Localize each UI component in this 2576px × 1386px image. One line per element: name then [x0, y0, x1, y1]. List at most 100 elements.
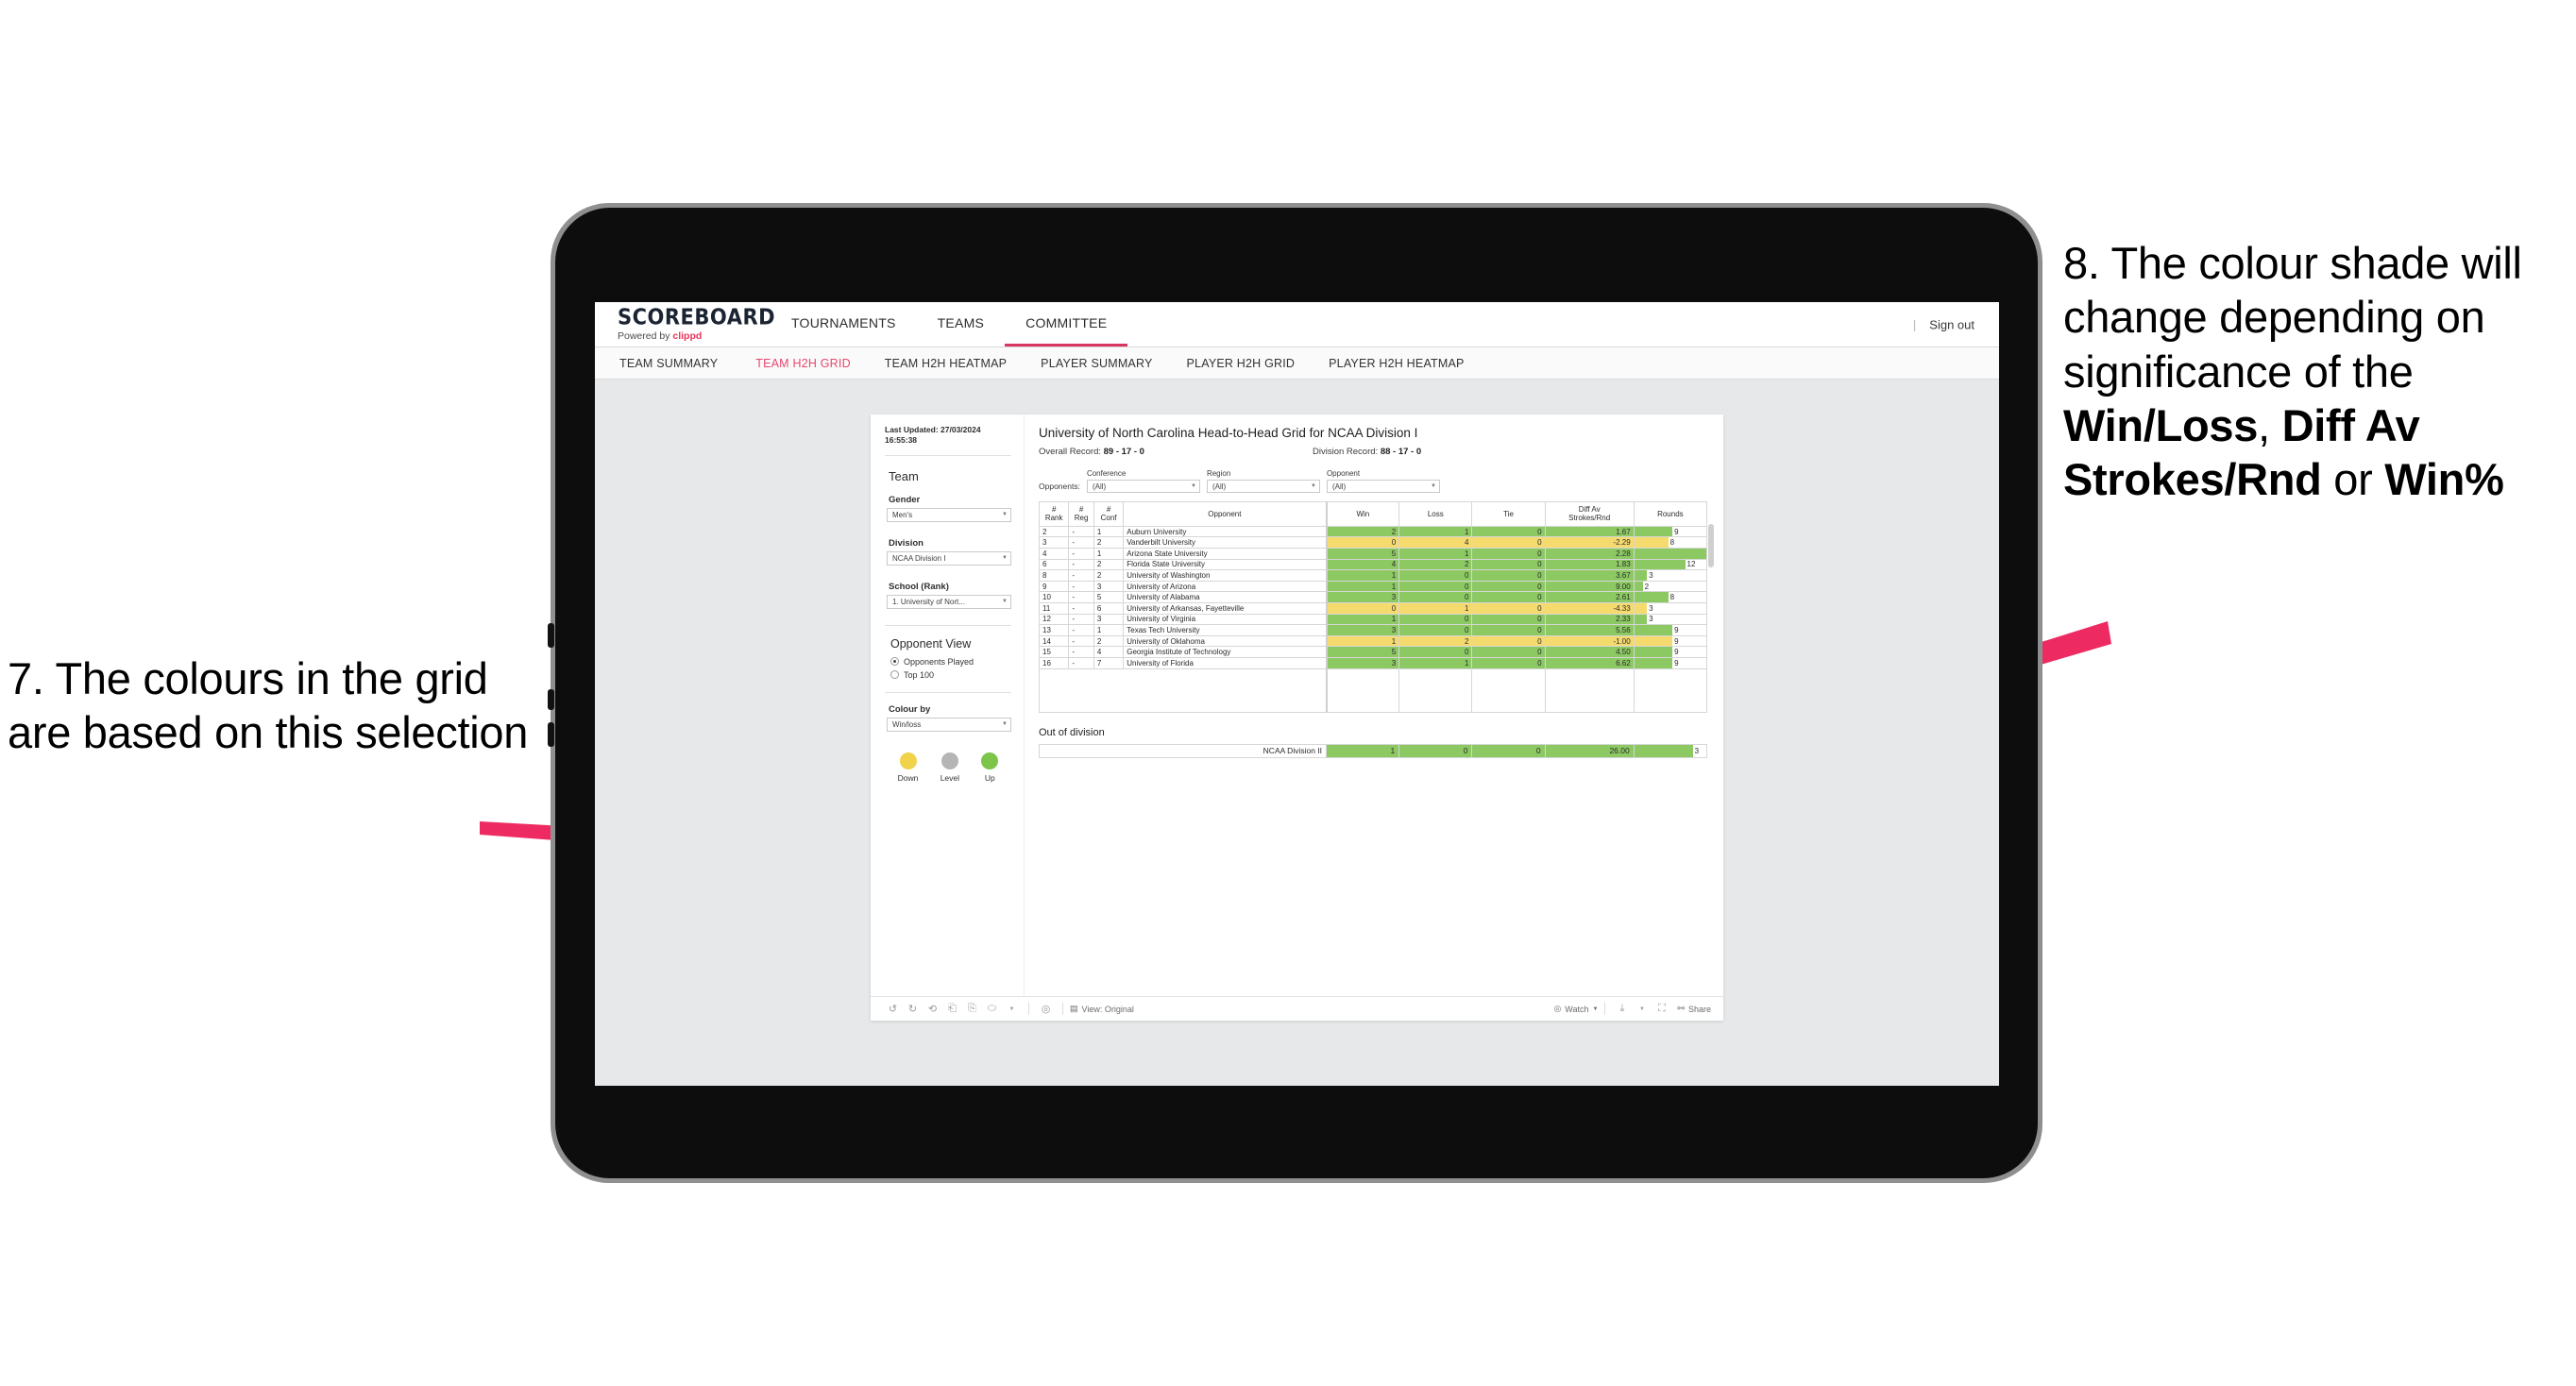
cell-loss: 1 [1398, 657, 1473, 669]
app-header: SCOREBOARD Powered by clippd TOURNAMENTS… [595, 302, 1999, 347]
redo-icon[interactable]: ↻ [903, 1001, 923, 1018]
cell-conf: 3 [1093, 580, 1125, 593]
col-rank[interactable]: # Rank [1038, 501, 1070, 527]
team-section-heading: Team [889, 468, 919, 483]
cell-win: 5 [1325, 646, 1400, 658]
chevron-down-icon: ▼ [1002, 721, 1008, 728]
table-row[interactable]: 6-2 Florida State University 4 2 0 1.83 12 [1038, 558, 1708, 571]
gender-label: Gender [889, 494, 921, 505]
lasso-icon[interactable]: ⬭ [982, 1001, 1002, 1018]
division-select[interactable]: NCAA Division I ▼ [887, 550, 1011, 566]
pause-icon[interactable]: ⎘ [962, 1001, 982, 1018]
cell-loss: 1 [1398, 548, 1473, 560]
share-button[interactable]: ⚯ Share [1677, 1004, 1711, 1014]
radio-icon [890, 657, 899, 667]
filter-region-select[interactable]: (All) ▼ [1206, 480, 1320, 493]
table-row[interactable]: 9-3 University of Arizona 1 0 0 9.00 2 [1038, 580, 1708, 593]
school-select[interactable]: 1. University of Nort... ▼ [887, 594, 1011, 609]
table-row[interactable]: 8-2 University of Washington 1 0 0 3.67 3 [1038, 569, 1708, 582]
undo-icon[interactable]: ↺ [883, 1001, 903, 1018]
share-icon: ⚯ [1677, 1004, 1685, 1013]
legend-dot-down [899, 752, 917, 769]
toolbar-divider-2 [1062, 1003, 1063, 1015]
table-row[interactable]: 12-3 University of Virginia 1 0 0 2.33 3 [1038, 613, 1708, 626]
subnav-player-summary[interactable]: PLAYER SUMMARY [1024, 357, 1169, 370]
table-scrollbar[interactable] [1708, 524, 1714, 567]
subnav-team-h2h-heatmap[interactable]: TEAM H2H HEATMAP [868, 357, 1024, 370]
filter-panel: Last Updated: 27/03/2024 16:55:38 Team G… [871, 414, 1025, 996]
col-reg[interactable]: # Reg [1068, 501, 1094, 527]
chevron-down-icon: ▼ [1002, 599, 1008, 605]
table-row[interactable]: 4-1Arizona State University5102.2817 [1038, 548, 1708, 560]
revert-icon[interactable]: ⟲ [923, 1001, 942, 1018]
cell-conf: 7 [1093, 657, 1125, 669]
download-icon[interactable]: ⤓ [1612, 1001, 1632, 1018]
filter-conference: Conference (All) ▼ [1086, 469, 1200, 493]
cell-rank: 14 [1038, 634, 1070, 648]
highlight-icon[interactable]: ◎ [1036, 1001, 1056, 1018]
filter-conference-value: (All) [1092, 482, 1107, 491]
viz-card: Last Updated: 27/03/2024 16:55:38 Team G… [871, 414, 1723, 1021]
filter-opponent-select[interactable]: (All) ▼ [1326, 480, 1440, 493]
app-logo[interactable]: SCOREBOARD Powered by clippd [618, 306, 775, 342]
cell-rank: 15 [1038, 646, 1070, 658]
signout-link[interactable]: Sign out [1929, 317, 1974, 331]
share-label: Share [1687, 1004, 1711, 1014]
nav-teams[interactable]: TEAMS [917, 302, 1005, 346]
last-updated-label: Last Updated: 27/03/2024 16:55:38 [885, 425, 1011, 456]
radio-opponents-played[interactable]: Opponents Played [890, 657, 1011, 667]
table-row[interactable]: 15-4 Georgia Institute of Technology 5 0 0 4.… [1038, 646, 1708, 658]
rounds-bar [1635, 636, 1673, 646]
cell-rank: 3 [1038, 536, 1070, 549]
legend-item-up: Up [981, 752, 999, 783]
table-row[interactable]: 14-2 University of Oklahoma 1 2 0 -1.00 9 [1038, 634, 1708, 648]
blank-loss [1398, 668, 1473, 713]
cell-conf: 2 [1093, 634, 1125, 648]
cell-conf: 1 [1093, 624, 1125, 636]
nav-tournaments[interactable]: TOURNAMENTS [771, 302, 917, 346]
fullscreen-icon[interactable]: ⛶ [1652, 1001, 1671, 1018]
gender-select[interactable]: Men's ▼ [887, 507, 1011, 522]
col-tie[interactable]: Tie [1471, 501, 1546, 527]
cell-win: 0 [1325, 602, 1400, 615]
nav-committee[interactable]: COMMITTEE [1005, 302, 1128, 346]
rounds-value: 3 [1649, 603, 1653, 613]
filter-conference-select[interactable]: (All) ▼ [1086, 480, 1200, 493]
cell-conf: 2 [1093, 558, 1125, 571]
view-original-button[interactable]: ▤ View: Original [1070, 1004, 1134, 1014]
primary-nav: TOURNAMENTS TEAMS COMMITTEE [771, 302, 1128, 346]
out-of-division-row[interactable]: NCAA Division II 1 0 0 26.00 3 [1038, 743, 1708, 758]
subnav-player-h2h-heatmap[interactable]: PLAYER H2H HEATMAP [1312, 357, 1481, 370]
cell-reg: - [1068, 591, 1094, 604]
col-win[interactable]: Win [1325, 501, 1400, 527]
col-conf[interactable]: # Conf [1093, 501, 1125, 527]
subnav-team-h2h-grid[interactable]: TEAM H2H GRID [738, 357, 868, 370]
watch-button[interactable]: ◎ Watch ▼ [1553, 1004, 1598, 1014]
table-row[interactable]: 3-2 Vanderbilt University 0 4 0 -2.29 8 [1038, 536, 1708, 549]
chevron-down-icon[interactable]: ▼ [1632, 1001, 1652, 1018]
col-diff[interactable]: Diff Av Strokes/Rnd [1544, 501, 1635, 527]
subnav-team-summary[interactable]: TEAM SUMMARY [619, 357, 738, 370]
viz-body: Last Updated: 27/03/2024 16:55:38 Team G… [871, 414, 1723, 996]
col-loss[interactable]: Loss [1398, 501, 1473, 527]
colour-by-select[interactable]: Win/loss ▼ [887, 717, 1011, 732]
chevron-down-icon[interactable]: ▼ [1002, 1001, 1022, 1018]
cell-reg: - [1068, 525, 1094, 538]
ood-rounds: 3 [1633, 743, 1708, 758]
cell-rank: 6 [1038, 558, 1070, 571]
table-row[interactable]: 13-1 Texas Tech University 3 0 0 5.56 9 [1038, 624, 1708, 636]
col-rounds[interactable]: Rounds [1633, 501, 1708, 527]
table-row[interactable]: 11-6 University of Arkansas, Fayetteville… [1038, 602, 1708, 615]
cell-diff: 5.56 [1544, 624, 1635, 636]
table-row[interactable]: 10-5 University of Alabama 3 0 0 2.61 8 [1038, 591, 1708, 604]
col-opponent[interactable]: Opponent [1123, 501, 1327, 527]
refresh-icon[interactable]: ⎗ [942, 1001, 962, 1018]
cell-loss: 2 [1398, 558, 1473, 571]
subnav-player-h2h-grid[interactable]: PLAYER H2H GRID [1170, 357, 1313, 370]
table-row[interactable]: 2-1 Auburn University 2 1 0 1.67 9 [1038, 525, 1708, 538]
legend-dot-level [941, 752, 958, 769]
table-row[interactable]: 16-7 University of Florida 3 1 0 6.62 9 [1038, 657, 1708, 669]
radio-top-100[interactable]: Top 100 [890, 670, 1011, 680]
panel-divider-1 [885, 624, 1011, 626]
out-of-division-table: NCAA Division II 1 0 0 26.00 3 [1038, 743, 1708, 758]
